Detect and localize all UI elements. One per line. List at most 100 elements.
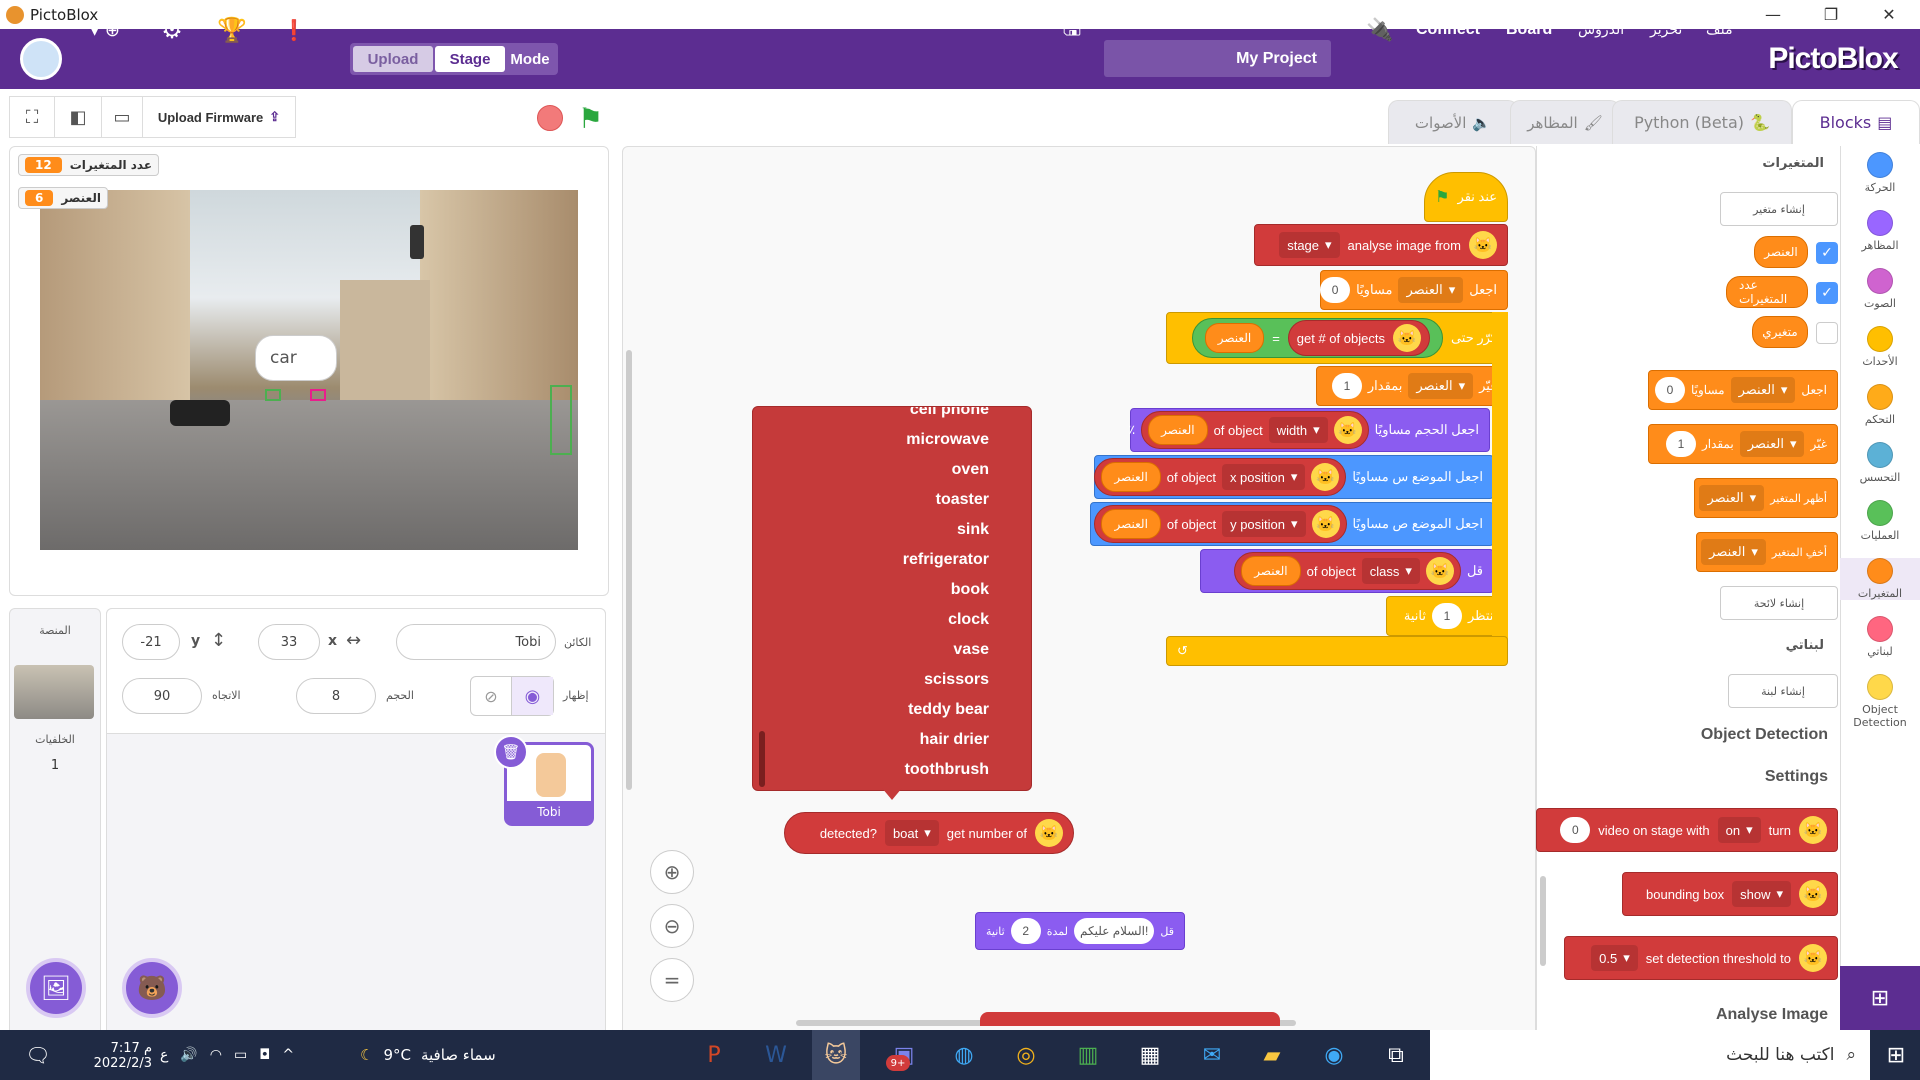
category-7[interactable]: المتغيرات bbox=[1840, 558, 1920, 600]
tab-costumes[interactable]: المظاهر 🖌 bbox=[1510, 100, 1620, 144]
upload-firmware-button[interactable]: Upload Firmware ⇪ bbox=[142, 96, 296, 138]
board-menu[interactable]: Board bbox=[1506, 0, 1552, 60]
dropdown-item[interactable]: hair drier bbox=[753, 725, 1031, 755]
store-icon[interactable]: ▦ bbox=[1126, 1030, 1174, 1080]
palette-hide-variable-block[interactable]: أخفِ المتغير العنصر ▾ bbox=[1696, 532, 1838, 572]
file-explorer-icon[interactable]: ▰ bbox=[1248, 1030, 1296, 1080]
y-field[interactable]: -21 bbox=[122, 624, 180, 660]
green-flag-icon[interactable]: ⚑ bbox=[578, 102, 603, 135]
variable-reporter[interactable]: العنصر bbox=[1101, 462, 1161, 492]
variable-dropdown[interactable]: العنصر ▾ bbox=[1398, 277, 1464, 303]
tab-python[interactable]: Python (Beta) 🐍 bbox=[1612, 100, 1792, 144]
set-size-block[interactable]: اجعل الحجم مساويًا 🐱 width ▾ of object ال… bbox=[1128, 408, 1490, 452]
turn-video-block[interactable]: 🐱 turn on ▾ video on stage with 0 bbox=[1536, 808, 1838, 852]
settings-gear-icon[interactable]: ⚙ bbox=[150, 0, 194, 60]
windows-start-icon[interactable]: ⊞ bbox=[1872, 1030, 1920, 1080]
change-variable-block[interactable]: غيّر العنصر ▾ بمقدار 1 bbox=[1316, 366, 1508, 406]
variable-reporter[interactable]: العنصر bbox=[1148, 415, 1208, 445]
save-icon[interactable]: 🖫 bbox=[1050, 0, 1094, 60]
say-text-input[interactable]: السلام عليكم! bbox=[1073, 918, 1155, 944]
analyse-image-block[interactable]: 🐱 analyse image from stage ▾ bbox=[1254, 224, 1508, 266]
variable-reporter-item[interactable]: العنصر bbox=[1754, 236, 1808, 268]
dropdown-item[interactable]: oven bbox=[753, 455, 1031, 485]
dropdown-item[interactable]: toothbrush bbox=[753, 755, 1031, 785]
category-3[interactable]: الأحداث bbox=[1840, 326, 1920, 368]
zoom-out-icon[interactable]: ⊖ bbox=[650, 904, 694, 948]
large-stage-icon[interactable]: ▭ bbox=[101, 96, 143, 138]
lessons-menu[interactable]: الدروس bbox=[1578, 0, 1624, 60]
word-icon[interactable]: W bbox=[752, 1030, 800, 1080]
tab-sounds[interactable]: الأصوات 🔈 bbox=[1388, 100, 1518, 144]
variable-checkbox-mine[interactable] bbox=[1816, 322, 1838, 344]
direction-field[interactable]: 90 bbox=[122, 678, 202, 714]
property-dropdown[interactable]: x position ▾ bbox=[1221, 464, 1306, 490]
weather-widget[interactable]: ☾ 9°C سماء صافية bbox=[360, 1030, 540, 1080]
make-variable-button[interactable]: إنشاء متغير bbox=[1720, 192, 1838, 226]
palette-scrollbar[interactable] bbox=[1540, 876, 1546, 966]
partial-block-bottom[interactable] bbox=[980, 1012, 1280, 1026]
sprite-name-field[interactable]: Tobi bbox=[396, 624, 556, 660]
stage-thumbnail[interactable] bbox=[14, 665, 94, 719]
dropdown-item[interactable]: teddy bear bbox=[753, 695, 1031, 725]
restore-button[interactable]: ❐ bbox=[1802, 0, 1860, 29]
object-x-reporter[interactable]: 🐱 x position ▾ of object العنصر bbox=[1094, 458, 1347, 496]
project-name-field[interactable]: My Project bbox=[1104, 40, 1331, 77]
minimize-button[interactable]: — bbox=[1744, 0, 1802, 29]
dropdown-item[interactable]: sink bbox=[753, 515, 1031, 545]
palette-show-variable-block[interactable]: أظهر المتغير العنصر ▾ bbox=[1694, 478, 1838, 518]
threshold-dropdown[interactable]: 0.5 ▾ bbox=[1591, 945, 1638, 971]
dropdown-item[interactable]: microwave bbox=[753, 425, 1031, 455]
video-state-dropdown[interactable]: on ▾ bbox=[1717, 817, 1761, 843]
object-width-reporter[interactable]: 🐱 width ▾ of object العنصر bbox=[1141, 411, 1369, 449]
connect-menu[interactable]: Connect bbox=[1416, 0, 1480, 60]
variable-monitor-count[interactable]: 12 عدد المتغيرات bbox=[18, 154, 160, 176]
dropdown-item[interactable]: cell phone bbox=[753, 407, 1031, 425]
variable-reporter[interactable]: العنصر bbox=[1101, 509, 1161, 539]
workspace-scrollbar[interactable] bbox=[626, 350, 632, 790]
edge-dev-icon[interactable]: ◍ bbox=[940, 1030, 988, 1080]
size-field[interactable]: 8 bbox=[296, 678, 376, 714]
dropdown-item[interactable]: scissors bbox=[753, 665, 1031, 695]
variable-reporter[interactable]: العنصر bbox=[1241, 556, 1301, 586]
variable-reporter[interactable]: العنصر bbox=[1204, 323, 1265, 353]
tab-blocks[interactable]: Blocks ▤ bbox=[1792, 100, 1920, 144]
value-input[interactable]: 0 bbox=[1320, 277, 1351, 303]
category-1[interactable]: المظاهر bbox=[1840, 210, 1920, 252]
make-block-button[interactable]: إنشاء لبنة bbox=[1728, 674, 1838, 708]
category-5[interactable]: التحسس bbox=[1840, 442, 1920, 484]
when-flag-clicked-block[interactable]: ⚑ عند نقر bbox=[1424, 172, 1508, 222]
value-input[interactable]: 1 bbox=[1665, 431, 1696, 457]
make-list-button[interactable]: إنشاء لائحة bbox=[1720, 586, 1838, 620]
clock[interactable]: 7:17 م 2022/2/3 bbox=[56, 1034, 152, 1078]
variable-reporter-mine[interactable]: متغيري bbox=[1752, 316, 1808, 348]
variable-dropdown[interactable]: العنصر ▾ bbox=[1701, 539, 1766, 565]
category-4[interactable]: التحكم bbox=[1840, 384, 1920, 426]
add-backdrop-icon[interactable]: 🖼 bbox=[26, 958, 86, 1018]
chrome-icon[interactable]: ◎ bbox=[1002, 1030, 1050, 1080]
variable-checkbox-item[interactable]: ✓ bbox=[1816, 242, 1838, 264]
variable-dropdown[interactable]: العنصر ▾ bbox=[1739, 431, 1805, 457]
dropdown-item[interactable]: clock bbox=[753, 605, 1031, 635]
avatar[interactable] bbox=[20, 38, 62, 80]
mail-icon[interactable]: ✉ bbox=[1188, 1030, 1236, 1080]
system-tray[interactable]: ع 🔊 ◠ ▭ ◘ ^ bbox=[160, 1030, 350, 1080]
object-y-reporter[interactable]: 🐱 y position ▾ of object العنصر bbox=[1094, 505, 1347, 543]
set-variable-block[interactable]: اجعل العنصر ▾ مساويًا 0 bbox=[1320, 270, 1508, 310]
property-dropdown[interactable]: width ▾ bbox=[1268, 417, 1328, 443]
property-dropdown[interactable]: class ▾ bbox=[1361, 558, 1420, 584]
zoom-in-icon[interactable]: ⊕ bbox=[650, 850, 694, 894]
category-8[interactable]: لبناتي bbox=[1840, 616, 1920, 658]
close-button[interactable]: ✕ bbox=[1860, 0, 1918, 29]
variable-dropdown[interactable]: العنصر ▾ bbox=[1408, 373, 1474, 399]
variable-dropdown[interactable]: العنصر ▾ bbox=[1699, 485, 1765, 511]
dropdown-item[interactable]: book bbox=[753, 575, 1031, 605]
bbox-state-dropdown[interactable]: show ▾ bbox=[1732, 881, 1791, 907]
get-number-detected-block[interactable]: 🐱 get number of boat ▾ detected? bbox=[784, 812, 1074, 854]
set-y-block[interactable]: اجعل الموضع ص مساويًا 🐱 y position ▾ of o… bbox=[1090, 502, 1494, 546]
small-stage-icon[interactable]: ◧ bbox=[54, 96, 102, 138]
edge-icon[interactable]: ◉ bbox=[1310, 1030, 1358, 1080]
value-input[interactable]: 1 bbox=[1331, 373, 1362, 399]
analyse-source-dropdown[interactable]: stage ▾ bbox=[1279, 232, 1340, 258]
zoom-reset-icon[interactable]: = bbox=[650, 958, 694, 1002]
connect-plug-icon[interactable]: 🔌 bbox=[1358, 0, 1402, 60]
